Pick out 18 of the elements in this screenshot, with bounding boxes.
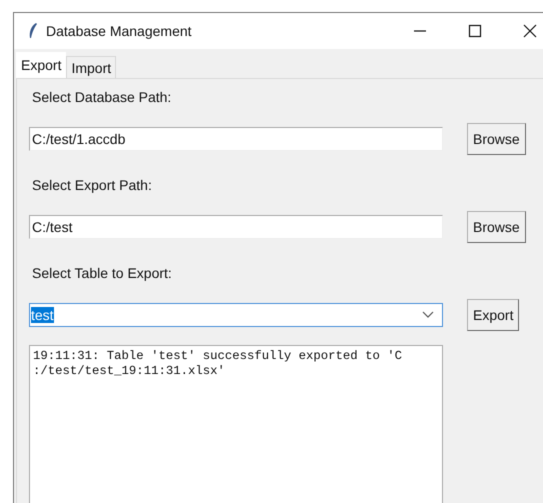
table-dropdown[interactable]: test xyxy=(29,303,443,327)
browse-button[interactable]: Browse xyxy=(467,123,526,155)
maximize-icon[interactable] xyxy=(468,24,482,38)
window-title: Database Management xyxy=(46,23,192,39)
feather-icon xyxy=(28,22,38,40)
log-line: :/test/test_19:11:31.xlsx' xyxy=(33,364,226,379)
field-label: Select Table to Export: xyxy=(32,265,173,283)
chevron-down-icon xyxy=(422,311,434,319)
tab[interactable]: Export xyxy=(16,52,66,78)
browse-button[interactable]: Browse xyxy=(467,211,526,243)
path-field[interactable]: C:/test/1.accdb xyxy=(29,127,443,151)
close-icon[interactable] xyxy=(523,24,537,38)
log-line: 19:11:31: Table 'test' successfully exported to 'C xyxy=(33,349,403,364)
export-button[interactable]: Export xyxy=(467,299,520,331)
path-field[interactable]: C:/test xyxy=(29,215,443,239)
field-label: Select Export Path: xyxy=(32,177,153,195)
field-label: Select Database Path: xyxy=(32,89,172,107)
tab[interactable]: Import xyxy=(66,56,116,78)
